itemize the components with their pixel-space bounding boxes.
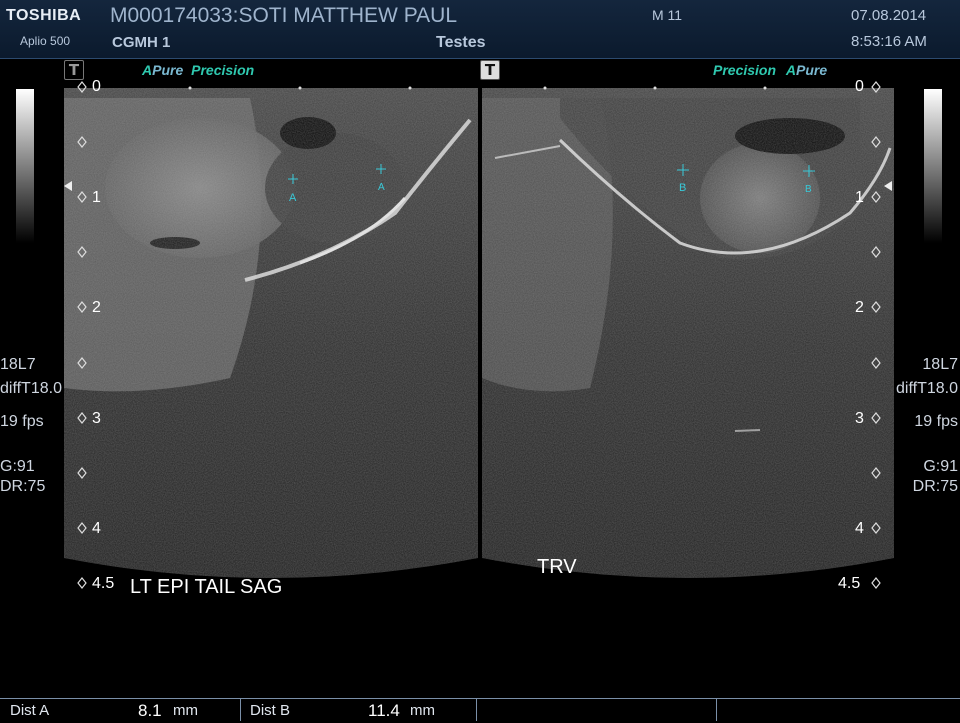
right-depth-label: 1 (855, 189, 864, 206)
header-bar: TOSHIBA Aplio 500 M000174033:SOTI MATTHE… (0, 0, 960, 59)
caliper-a-label: A (378, 182, 385, 193)
left-preset-label: APure Precision (142, 62, 255, 78)
exam-date: 07.08.2014 (851, 7, 927, 24)
left-depth-label: 2 (92, 299, 101, 316)
left-gain: G:91 (0, 458, 35, 475)
institution-name: CGMH 1 (112, 34, 171, 51)
left-focus-marker-icon (64, 181, 72, 191)
left-depth-label: 1 (92, 189, 101, 206)
brand-logo: TOSHIBA (6, 7, 82, 24)
left-dynamic-range: DR:75 (0, 478, 46, 495)
right-grayscale-bar (924, 89, 942, 243)
measurement-unit: mm (173, 702, 198, 719)
left-image-tag-icon: T (64, 60, 84, 80)
measurement-bar: Dist A 8.1 mm Dist B 11.4 mm (0, 698, 960, 721)
ultrasound-images (64, 81, 894, 589)
exam-time: 8:53:16 AM (851, 33, 927, 50)
image-area: T APure Precision 0 1 2 3 4 4.5 A A 18L7… (0, 58, 960, 698)
patient-id: M000174033:SOTI MATTHEW PAUL (110, 4, 458, 27)
exam-type: Testes (436, 34, 486, 51)
left-depth-label: 4.5 (92, 575, 115, 592)
caliper-a-label: A (289, 192, 297, 204)
measurement-dist-b[interactable]: Dist B 11.4 mm (240, 699, 477, 721)
left-depth-label: 0 (92, 78, 101, 95)
left-depth-label: 4 (92, 520, 101, 537)
measurement-value: 8.1 (138, 701, 162, 720)
right-gain: G:91 (923, 458, 958, 475)
right-depth-label: 4 (855, 520, 864, 537)
measurement-unit: mm (410, 702, 435, 719)
right-image-annotation: TRV (537, 556, 577, 578)
mode-indicator: M 11 (652, 7, 683, 23)
left-image-annotation: LT EPI TAIL SAG (130, 576, 283, 598)
caliper-b-label: B (679, 182, 687, 194)
right-depth-label: 4.5 (838, 575, 861, 592)
left-frame-rate: 19 fps (0, 413, 44, 430)
right-image-tag-icon: T (480, 60, 500, 80)
measurement-label: Dist A (10, 702, 50, 719)
left-depth-label: 3 (92, 410, 101, 427)
right-focus-marker-icon (884, 181, 892, 191)
left-frequency: diffT18.0 (0, 380, 62, 397)
scanner-model: Aplio 500 (20, 34, 71, 48)
measurement-label: Dist B (250, 702, 291, 719)
measurement-empty-slot (476, 699, 717, 721)
right-depth-label: 2 (855, 299, 864, 316)
left-probe: 18L7 (0, 356, 36, 373)
measurement-empty-slot (716, 699, 959, 721)
right-dynamic-range: DR:75 (912, 478, 958, 495)
measurement-value: 11.4 (368, 701, 400, 720)
right-depth-label: 0 (855, 78, 864, 95)
left-grayscale-bar (16, 89, 34, 243)
right-frame-rate: 19 fps (914, 413, 958, 430)
measurement-dist-a[interactable]: Dist A 8.1 mm (0, 699, 241, 721)
right-probe: 18L7 (922, 356, 958, 373)
caliper-b-label: B (805, 184, 812, 195)
right-frequency: diffT18.0 (896, 380, 958, 397)
right-preset-label: Precision APure (713, 62, 828, 78)
right-depth-label: 3 (855, 410, 864, 427)
